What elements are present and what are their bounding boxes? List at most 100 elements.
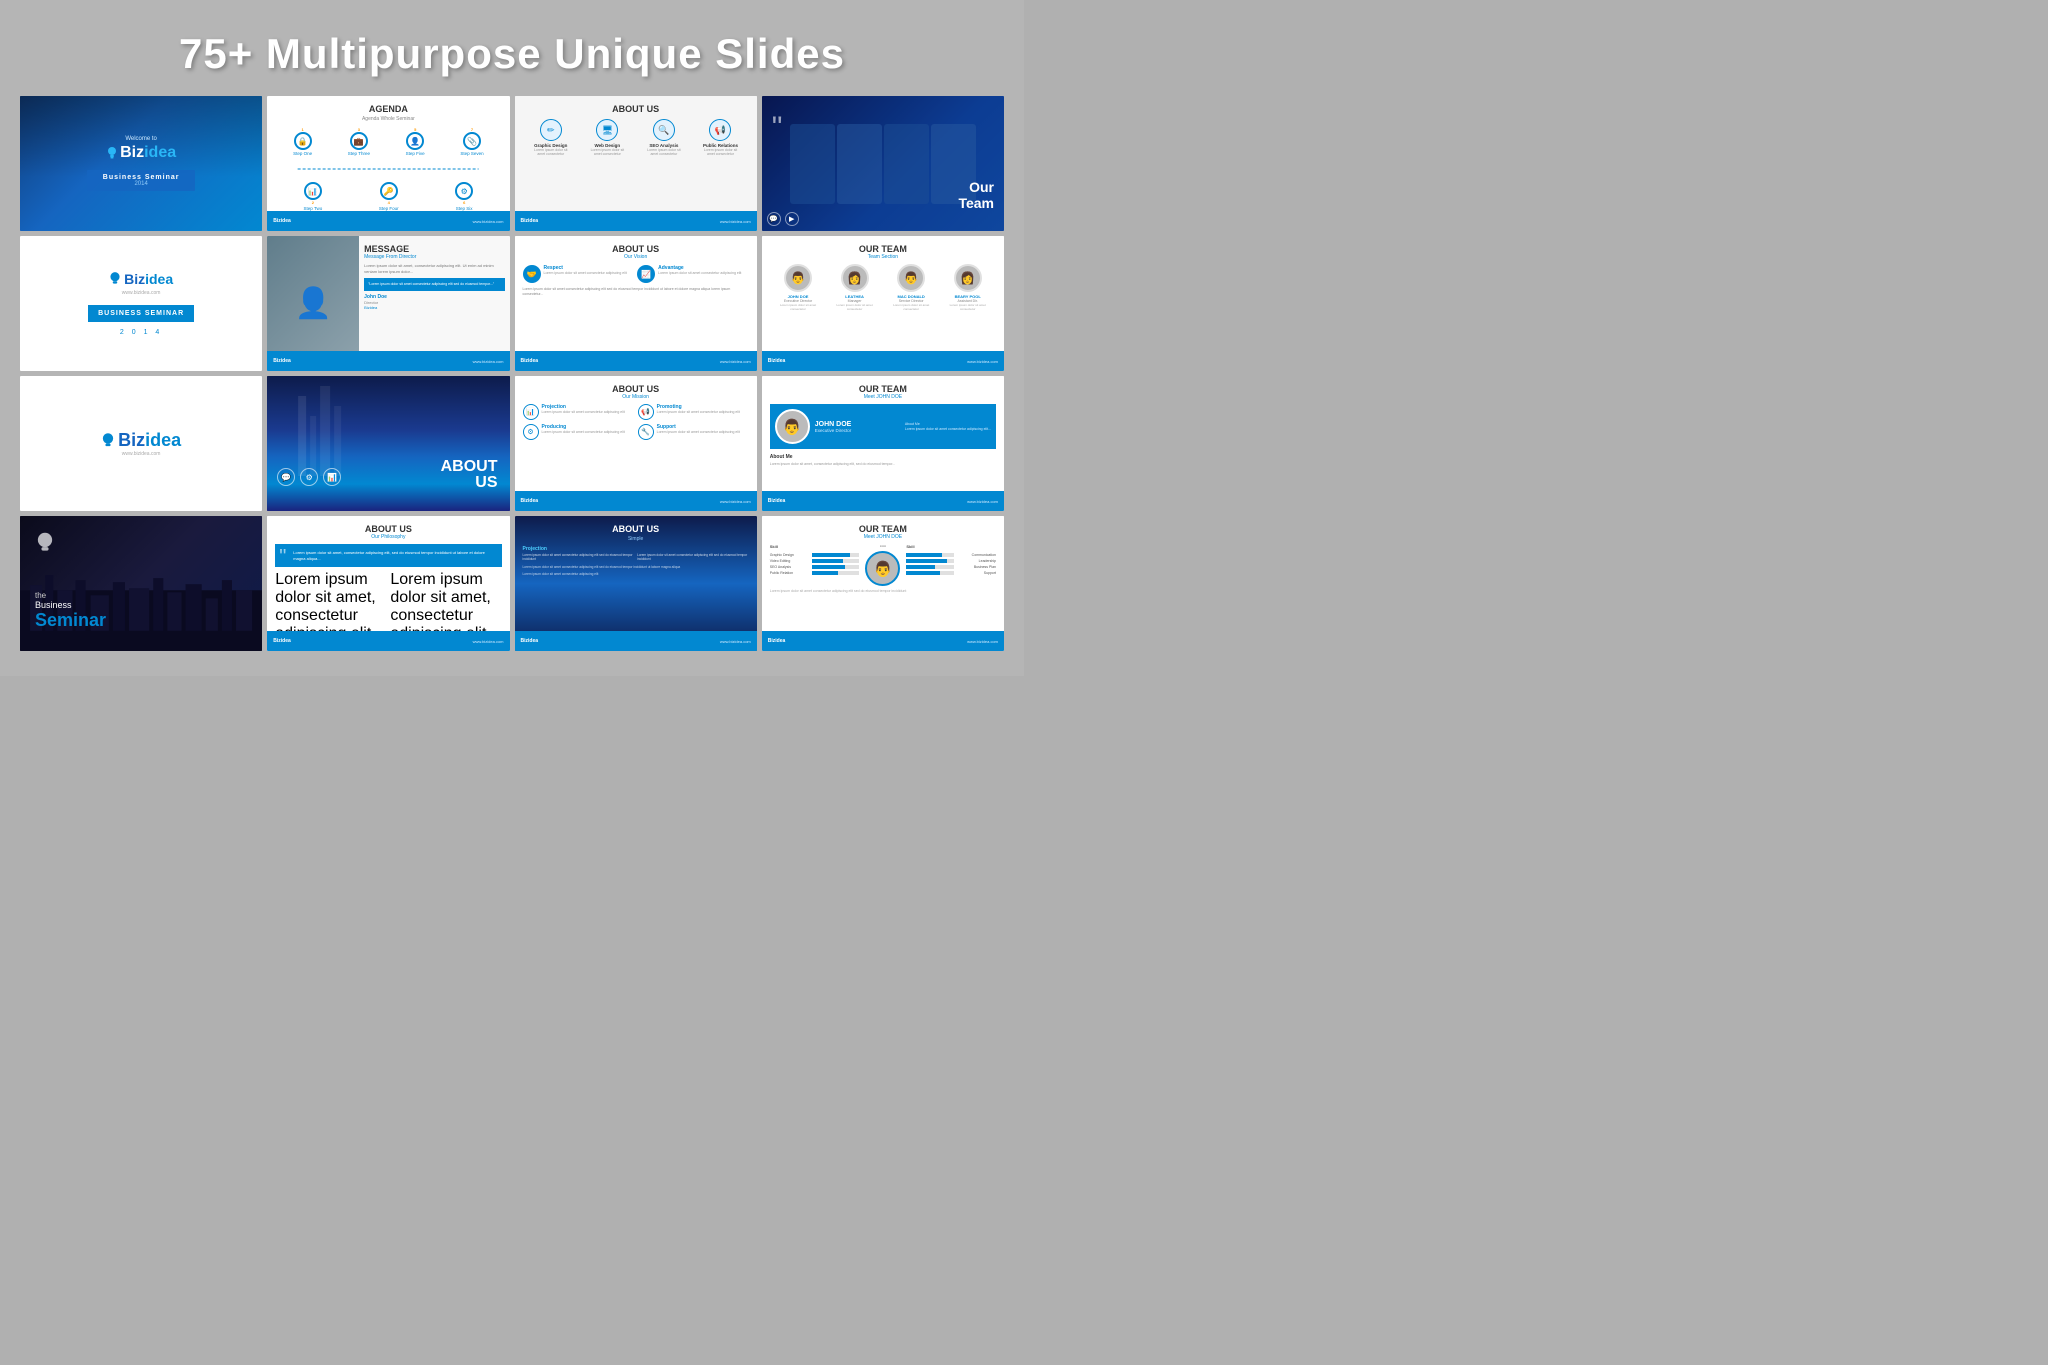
brand-logo: Bizidea: [106, 144, 176, 162]
brand-name-2: Bizidea: [124, 271, 173, 287]
slide-15-about-simple[interactable]: ABOUT US Simple Projection Lorem ipsum d…: [515, 516, 757, 651]
page-title: 75+ Multipurpose Unique Slides: [20, 20, 1004, 96]
producing-icon: ⚙: [523, 424, 539, 440]
simple-subtitle: Simple: [523, 536, 749, 542]
quote-mark-2: ": [279, 546, 286, 569]
about-us-text: ABOUTUS: [441, 459, 498, 491]
person-info: John Doe Director Bizidea: [364, 294, 504, 310]
bulb-seminar-icon: [35, 531, 55, 561]
slide-16-team-skills[interactable]: OUR TEAM Meet JOHN DOE Skill Graphic Des…: [762, 516, 1004, 651]
group-section: Lorem ipsum dolor sit amet consectetur a…: [523, 565, 749, 569]
mission-item-1: 📊 Projection Lorem ipsum dolor sit amet …: [523, 404, 634, 420]
skills-avatar: 👨: [865, 551, 900, 586]
support-icon: 🔧: [638, 424, 654, 440]
skills-desc: Lorem ipsum dolor sit amet consectetur a…: [770, 589, 996, 594]
another-section: Lorem ipsum dolor sit amet consectetur a…: [523, 572, 749, 576]
skill-row-4: Public Relation: [770, 571, 860, 575]
quote-text: Lorem ipsum dolor sit amet, consectetur …: [281, 550, 495, 561]
skills-subtitle: Meet JOHN DOE: [770, 534, 996, 540]
step-6: ⚙ 6 Step Six: [455, 182, 473, 211]
slide-5-biz-seminar[interactable]: Bizidea www.bizidea.com BUSINESS SEMINAR…: [20, 236, 262, 371]
skill-bar-7: [906, 565, 935, 569]
slide-3-about[interactable]: ABOUT US ✏ Graphic Design Lorem ipsum do…: [515, 96, 757, 231]
seminar-title: BUSINESS SEMINAR: [98, 310, 184, 317]
company-name: Bizidea: [364, 305, 504, 310]
quote-block: " Lorem ipsum dolor sit amet, consectetu…: [275, 544, 501, 567]
service-4: 📢 Public Relations Lorem ipsum dolor sit…: [700, 119, 740, 156]
our-team-label: OurTeam: [958, 180, 994, 211]
skills-title: OUR TEAM: [770, 524, 996, 534]
skill-bar-1: [812, 553, 850, 557]
philosophy-subtitle: Our Philosophy: [275, 534, 501, 540]
message-title: MESSAGE: [364, 244, 504, 254]
skill-row-6: Leadership: [906, 559, 996, 563]
about-vision-content: ABOUT US Our Vision 🤝 Respect Lorem ipsu…: [515, 236, 757, 305]
seo-icon: 🔍: [653, 119, 675, 141]
slide-8-our-team[interactable]: OUR TEAM Team Section 👨 JOHN DOE Executi…: [762, 236, 1004, 371]
slide-14-philosophy[interactable]: ABOUT US Our Philosophy " Lorem ipsum do…: [267, 516, 509, 651]
advantage-icon: 📈: [637, 265, 655, 283]
agenda-subtitle: Agenda Whole Seminar: [275, 116, 501, 122]
skills-left: Skill Graphic Design Video Editing: [770, 544, 860, 575]
page-wrapper: 75+ Multipurpose Unique Slides Welcome t…: [0, 0, 1024, 676]
skill-row-7: Business Plan: [906, 565, 996, 569]
skill-left-header: Skill: [770, 544, 860, 549]
message-subtitle: Message From Director: [364, 254, 504, 260]
about-title: ABOUT US: [523, 104, 749, 114]
step-2: 📊 2 Step Two: [304, 182, 323, 211]
brand-name: Bizidea: [120, 144, 176, 162]
slide-14-footer: Bizidea www.bizidea.com: [267, 631, 509, 651]
mission-item-3: ⚙ Producing Lorem ipsum dolor sit amet c…: [523, 424, 634, 440]
bulb-icon-2: [109, 271, 121, 287]
seminar-box: BUSINESS SEMINAR: [88, 305, 194, 322]
promoting-icon: 📢: [638, 404, 654, 420]
business-text: Business: [35, 600, 106, 610]
slide-9-biz-logo[interactable]: Bizidea www.bizidea.com: [20, 376, 262, 511]
slide-8-footer: Bizidea www.bizidea.com: [762, 351, 1004, 371]
vision-title: ABOUT US: [523, 244, 749, 254]
slide-1-welcome[interactable]: Welcome to Bizidea Business Seminar: [20, 96, 262, 231]
slide-2-footer: Bizidea www.bizidea.com: [267, 211, 509, 231]
mission-item-4: 🔧 Support Lorem ipsum dolor sit amet con…: [638, 424, 749, 440]
step-1: 1 🔒 Step One: [293, 127, 312, 156]
john-role: Executive Director: [815, 428, 852, 433]
slide-7-about-vision[interactable]: ABOUT US Our Vision 🤝 Respect Lorem ipsu…: [515, 236, 757, 371]
service-3: 🔍 SEO Analysis Lorem ipsum dolor sit ame…: [644, 119, 684, 156]
brand-website: www.bizidea.com: [122, 290, 161, 296]
skills-content: OUR TEAM Meet JOHN DOE Skill Graphic Des…: [762, 516, 1004, 602]
simple-title: ABOUT US: [523, 524, 749, 534]
skill-bar-4: [812, 571, 838, 575]
team-profiles-content: OUR TEAM Team Section 👨 JOHN DOE Executi…: [762, 236, 1004, 340]
about-icons: ✏ Graphic Design Lorem ipsum dolor sit a…: [523, 119, 749, 156]
about-title: About Me: [770, 454, 996, 460]
slide-6-message[interactable]: 👤 MESSAGE Message From Director Lorem ip…: [267, 236, 509, 371]
leathea-avatar: 👩: [841, 264, 869, 292]
service-2: 🖥 Web Design Lorem ipsum dolor sit amet …: [587, 119, 627, 156]
slide-12-team-john[interactable]: OUR TEAM Meet JOHN DOE 👨 JOHN DOE Execut…: [762, 376, 1004, 511]
slide-11-about-mission[interactable]: ABOUT US Our Mission 📊 Projection Lorem …: [515, 376, 757, 511]
slide-10-about-dark[interactable]: 💬 ⚙ 📊 ABOUTUS: [267, 376, 509, 511]
chat-icon: 💬: [767, 212, 781, 226]
welcome-text: Welcome to: [125, 136, 157, 142]
slide-2-agenda[interactable]: AGENDA Agenda Whole Seminar 1 🔒 Step One…: [267, 96, 509, 231]
seminar-label: Business Seminar: [103, 174, 180, 181]
vision-item-1: 🤝 Respect Lorem ipsum dolor sit amet con…: [523, 265, 635, 283]
bulb-icon-3: [101, 432, 115, 450]
person-figure-icon: 👤: [295, 286, 332, 321]
skill-row-1: Graphic Design: [770, 553, 860, 557]
team-john-title: OUR TEAM: [770, 384, 996, 394]
skills-grid: Skill Graphic Design Video Editing: [770, 544, 996, 586]
vision-item-2: 📈 Advantage Lorem ipsum dolor sit amet c…: [637, 265, 749, 283]
slide-13-biz-seminar-dark[interactable]: the Business Seminar: [20, 516, 262, 651]
member-beary: 👩 BEARY POOL Assistant Dir. Lorem ipsum …: [945, 264, 990, 312]
agenda-title: AGENDA: [275, 104, 501, 114]
john-profile: 👨 JOHN DOE Executive Director About MeLo…: [770, 404, 996, 449]
agenda-steps: 1 🔒 Step One 3 💼 Step Three 5 👤 S: [275, 127, 501, 211]
skills-right: Skill Communication Leadership: [906, 544, 996, 575]
message-quote: "Lorem ipsum dolor sit amet consectetur …: [364, 278, 504, 291]
slide-15-footer: Bizidea www.bizidea.com: [515, 631, 757, 651]
step-4: 🔑 4 Step Four: [379, 182, 399, 211]
slide-4-our-team-dark[interactable]: " OurTeam 💬 ▶: [762, 96, 1004, 231]
vision-grid: 🤝 Respect Lorem ipsum dolor sit amet con…: [523, 265, 749, 283]
year-display: 2 0 1 4: [120, 329, 162, 336]
